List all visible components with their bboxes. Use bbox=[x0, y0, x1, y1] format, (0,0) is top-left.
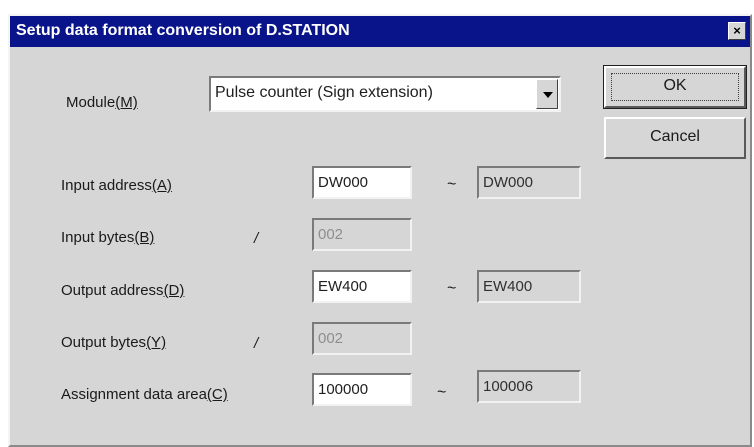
close-icon: × bbox=[733, 23, 741, 38]
output-address-end-field: EW400 bbox=[477, 270, 581, 303]
bytes-separator: / bbox=[254, 335, 259, 352]
dialog-title: Setup data format conversion of D.STATIO… bbox=[16, 22, 350, 39]
range-separator: ~ bbox=[447, 280, 457, 297]
range-separator: ~ bbox=[437, 384, 447, 401]
range-separator: ~ bbox=[447, 176, 457, 193]
input-address-start-field[interactable]: DW000 bbox=[312, 166, 412, 199]
input-bytes-field: 002 bbox=[312, 218, 412, 251]
module-mnemonic: (M) bbox=[115, 94, 138, 111]
input-address-end-field: DW000 bbox=[477, 166, 581, 199]
setup-dialog: Setup data format conversion of D.STATIO… bbox=[8, 14, 752, 447]
output-bytes-field: 002 bbox=[312, 322, 412, 355]
cancel-button[interactable]: Cancel bbox=[604, 117, 746, 159]
module-select-value: Pulse counter (Sign extension) bbox=[215, 84, 433, 101]
module-label: Module(M) bbox=[66, 94, 138, 111]
module-dropdown-button[interactable] bbox=[536, 79, 558, 109]
input-address-label: Input address(A) bbox=[61, 177, 172, 194]
chevron-down-icon bbox=[543, 92, 553, 98]
output-address-label: Output address(D) bbox=[61, 282, 185, 299]
assignment-area-start-field[interactable]: 100000 bbox=[312, 373, 412, 406]
assignment-area-label: Assignment data area(C) bbox=[61, 386, 228, 403]
close-button[interactable]: × bbox=[728, 22, 746, 40]
output-address-start-field[interactable]: EW400 bbox=[312, 270, 412, 303]
focus-rectangle bbox=[611, 73, 739, 101]
title-bar[interactable]: Setup data format conversion of D.STATIO… bbox=[10, 16, 750, 47]
output-bytes-label: Output bytes(Y) bbox=[61, 334, 167, 351]
module-select[interactable]: Pulse counter (Sign extension) bbox=[209, 76, 561, 112]
bytes-separator: / bbox=[254, 230, 259, 247]
ok-button[interactable]: OK bbox=[603, 65, 747, 109]
input-bytes-label: Input bytes(B) bbox=[61, 229, 155, 246]
assignment-area-end-field: 100006 bbox=[477, 370, 581, 403]
